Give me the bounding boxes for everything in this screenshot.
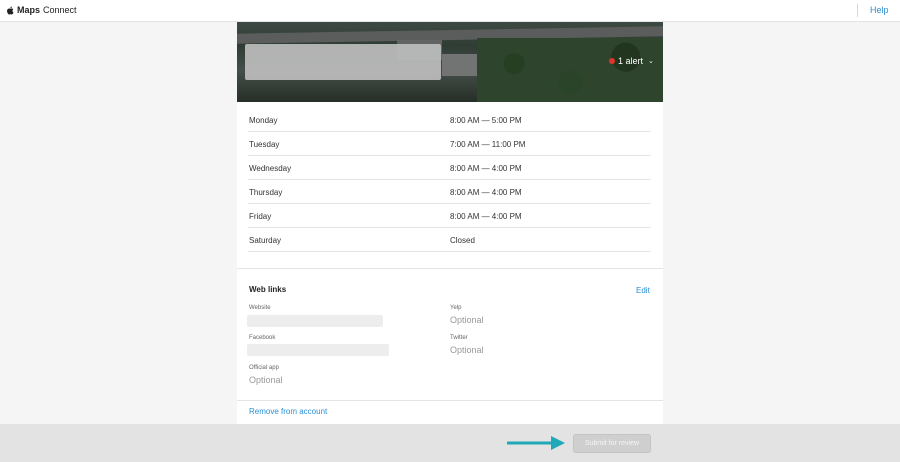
hours-day: Monday bbox=[249, 116, 278, 125]
chevron-down-icon: ⌄ bbox=[648, 58, 654, 65]
redacted-place-name bbox=[245, 44, 441, 80]
satellite-hero-image: 1 alert ⌄ bbox=[237, 22, 663, 102]
hours-day: Thursday bbox=[249, 188, 283, 197]
hours-row: Tuesday 7:00 AM — 11:00 PM bbox=[248, 132, 651, 156]
hours-row: Wednesday 8:00 AM — 4:00 PM bbox=[248, 156, 651, 180]
hours-row: Friday 8:00 AM — 4:00 PM bbox=[248, 204, 651, 228]
redacted-website-value[interactable] bbox=[247, 315, 383, 327]
yelp-label: Yelp bbox=[450, 305, 462, 311]
twitter-label: Twitter bbox=[450, 335, 468, 341]
submit-for-review-button[interactable]: Submit for review bbox=[573, 434, 651, 453]
official-app-value[interactable]: Optional bbox=[249, 375, 283, 385]
hours-day: Wednesday bbox=[249, 164, 292, 173]
hours-time: 8:00 AM — 5:00 PM bbox=[450, 116, 522, 125]
top-bar: Maps Connect Help bbox=[0, 0, 900, 22]
hours-day: Tuesday bbox=[249, 140, 280, 149]
arrow-right-icon bbox=[507, 436, 565, 450]
help-link[interactable]: Help bbox=[870, 5, 889, 15]
hours-time: 8:00 AM — 4:00 PM bbox=[450, 212, 522, 221]
remove-from-account-link[interactable]: Remove from account bbox=[249, 407, 327, 416]
web-links-title: Web links bbox=[249, 285, 287, 294]
hours-time: 7:00 AM — 11:00 PM bbox=[450, 140, 526, 149]
official-app-label: Official app bbox=[249, 365, 279, 371]
hours-time: Closed bbox=[450, 236, 475, 245]
hours-time: 8:00 AM — 4:00 PM bbox=[450, 164, 522, 173]
twitter-value[interactable]: Optional bbox=[450, 345, 484, 355]
section-divider bbox=[237, 400, 663, 401]
brand-name: Maps bbox=[17, 5, 41, 15]
hours-time: 8:00 AM — 4:00 PM bbox=[450, 188, 522, 197]
edit-web-links-button[interactable]: Edit bbox=[636, 286, 650, 295]
section-divider bbox=[237, 268, 663, 269]
facebook-label: Facebook bbox=[249, 335, 276, 341]
place-card: 1 alert ⌄ Monday 8:00 AM — 5:00 PM Tuesd… bbox=[237, 22, 663, 424]
hours-list: Monday 8:00 AM — 5:00 PM Tuesday 7:00 AM… bbox=[248, 108, 651, 252]
hours-row: Thursday 8:00 AM — 4:00 PM bbox=[248, 180, 651, 204]
header-separator bbox=[857, 4, 858, 17]
alert-label: 1 alert bbox=[618, 56, 644, 66]
apple-icon bbox=[7, 5, 14, 15]
yelp-value[interactable]: Optional bbox=[450, 315, 484, 325]
hours-day: Friday bbox=[249, 212, 272, 221]
website-label: Website bbox=[249, 305, 271, 311]
hours-day: Saturday bbox=[249, 236, 282, 245]
hours-row: Monday 8:00 AM — 5:00 PM bbox=[248, 108, 651, 132]
footer-bar bbox=[0, 424, 900, 462]
brand-suffix: Connect bbox=[43, 5, 77, 15]
brand-logo[interactable]: Maps Connect bbox=[6, 5, 77, 15]
alert-dot-icon bbox=[609, 58, 615, 64]
alert-dropdown[interactable]: 1 alert ⌄ bbox=[609, 56, 654, 66]
redacted-facebook-value[interactable] bbox=[247, 344, 389, 356]
hours-row: Saturday Closed bbox=[248, 228, 651, 252]
